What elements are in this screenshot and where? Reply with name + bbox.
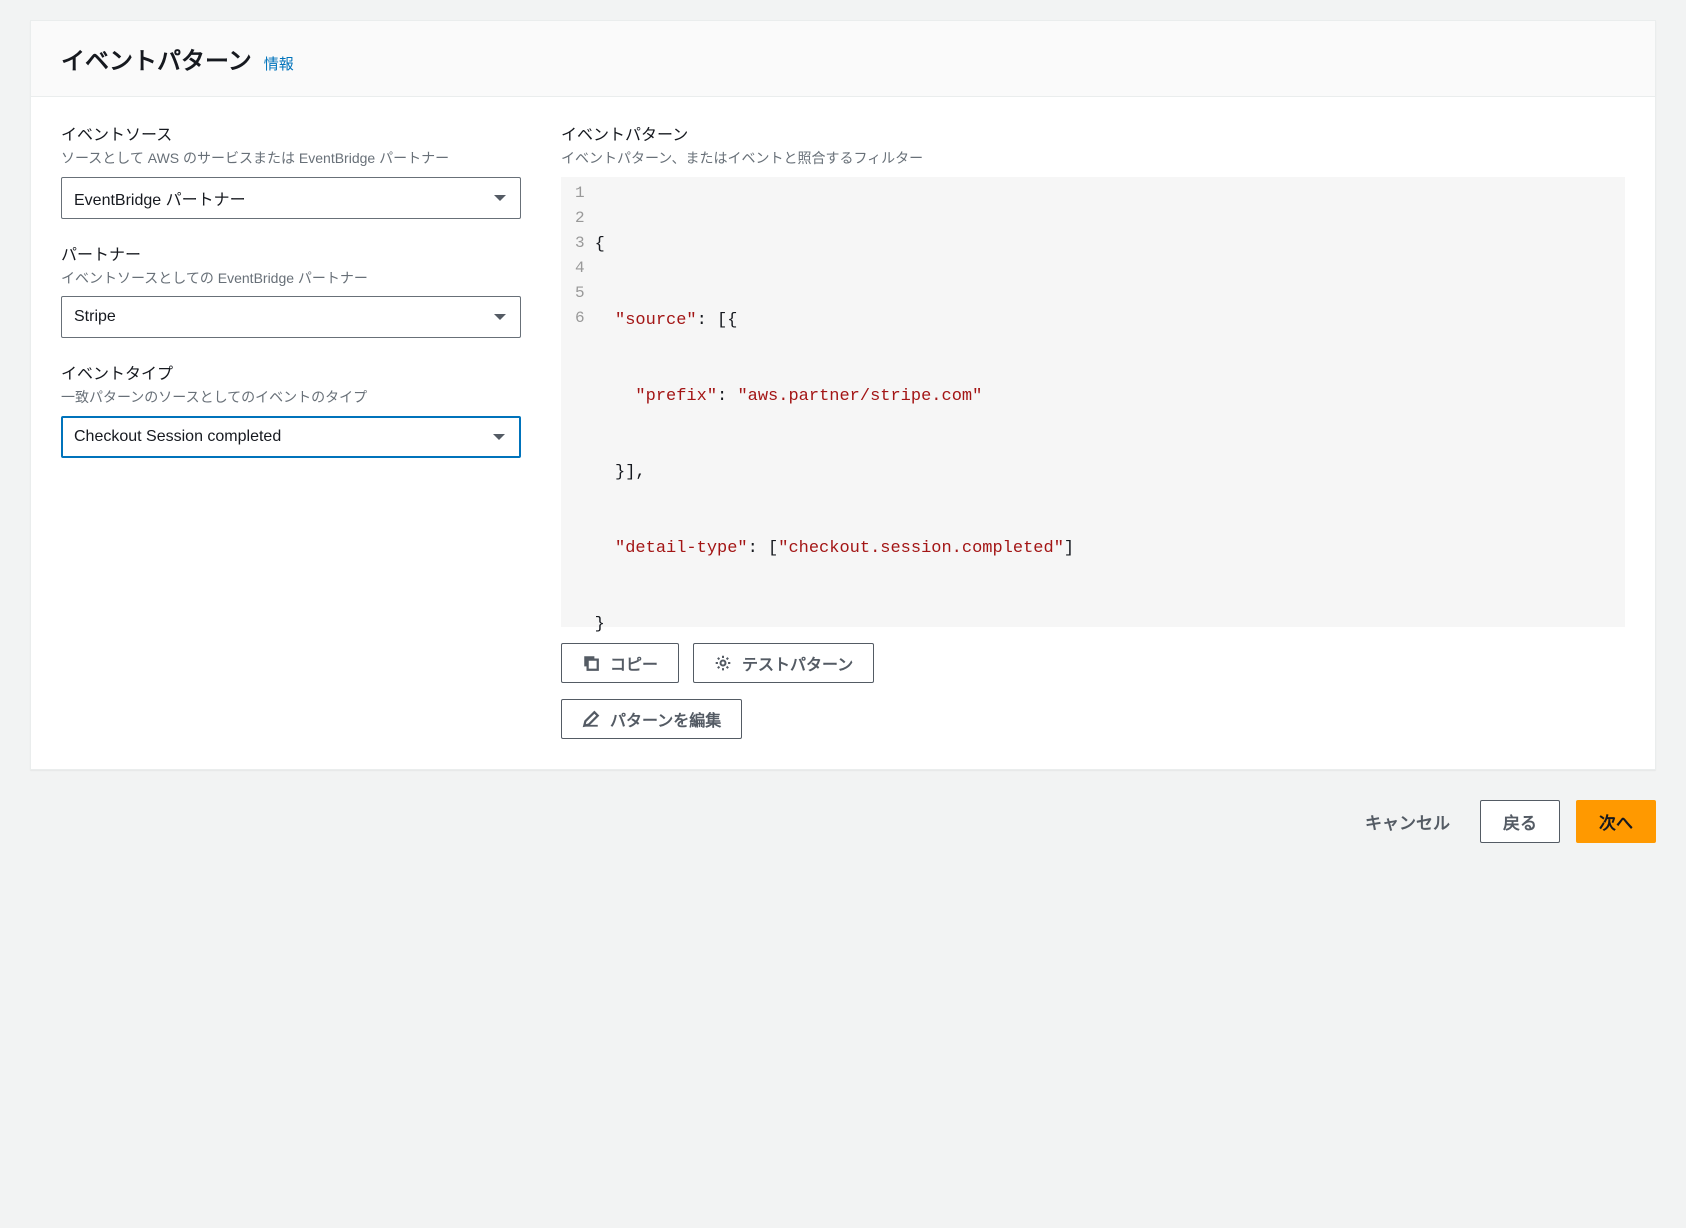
chevron-down-icon bbox=[494, 195, 506, 201]
partner-label: パートナー bbox=[61, 241, 521, 265]
event-source-group: イベントソース ソースとして AWS のサービスまたは EventBridge … bbox=[61, 121, 521, 219]
event-type-hint: 一致パターンのソースとしてのイベントのタイプ bbox=[61, 388, 521, 408]
panel-title: イベントパターン bbox=[61, 48, 252, 75]
code-content: { "source": [{ "prefix": "aws.partner/st… bbox=[595, 177, 1625, 627]
pencil-icon bbox=[582, 710, 600, 728]
event-source-label: イベントソース bbox=[61, 121, 521, 145]
event-type-group: イベントタイプ 一致パターンのソースとしてのイベントのタイプ Checkout … bbox=[61, 360, 521, 458]
edit-pattern-button[interactable]: パターンを編集 bbox=[561, 699, 742, 739]
code-gutter: 1 2 3 4 5 6 bbox=[561, 177, 595, 627]
partner-group: パートナー イベントソースとしての EventBridge パートナー Stri… bbox=[61, 241, 521, 339]
event-pattern-panel: イベントパターン 情報 イベントソース ソースとして AWS のサービスまたは … bbox=[30, 20, 1656, 770]
pattern-label: イベントパターン bbox=[561, 121, 1625, 145]
chevron-down-icon bbox=[494, 314, 506, 320]
pattern-button-row-2: パターンを編集 bbox=[561, 699, 1625, 739]
event-source-value: EventBridge パートナー bbox=[74, 186, 246, 210]
edit-label: パターンを編集 bbox=[610, 707, 721, 731]
chevron-down-icon bbox=[493, 434, 505, 440]
next-button[interactable]: 次へ bbox=[1576, 800, 1656, 843]
event-type-value: Checkout Session completed bbox=[74, 428, 281, 446]
partner-select[interactable]: Stripe bbox=[61, 296, 521, 338]
event-type-select[interactable]: Checkout Session completed bbox=[61, 416, 521, 458]
back-button[interactable]: 戻る bbox=[1480, 800, 1560, 843]
right-column: イベントパターン イベントパターン、またはイベントと照合するフィルター 1 2 … bbox=[561, 121, 1625, 739]
wizard-footer: キャンセル 戻る 次へ bbox=[30, 770, 1656, 843]
partner-hint: イベントソースとしての EventBridge パートナー bbox=[61, 269, 521, 289]
event-source-hint: ソースとして AWS のサービスまたは EventBridge パートナー bbox=[61, 149, 521, 169]
code-editor[interactable]: 1 2 3 4 5 6 { "source": [{ "prefix": "aw… bbox=[561, 177, 1625, 627]
panel-header: イベントパターン 情報 bbox=[31, 21, 1655, 97]
left-column: イベントソース ソースとして AWS のサービスまたは EventBridge … bbox=[61, 121, 521, 739]
pattern-hint: イベントパターン、またはイベントと照合するフィルター bbox=[561, 149, 1625, 169]
cancel-button[interactable]: キャンセル bbox=[1351, 801, 1464, 842]
info-link[interactable]: 情報 bbox=[264, 56, 294, 73]
event-source-select[interactable]: EventBridge パートナー bbox=[61, 177, 521, 219]
event-type-label: イベントタイプ bbox=[61, 360, 521, 384]
partner-value: Stripe bbox=[74, 308, 116, 326]
panel-body: イベントソース ソースとして AWS のサービスまたは EventBridge … bbox=[31, 97, 1655, 769]
